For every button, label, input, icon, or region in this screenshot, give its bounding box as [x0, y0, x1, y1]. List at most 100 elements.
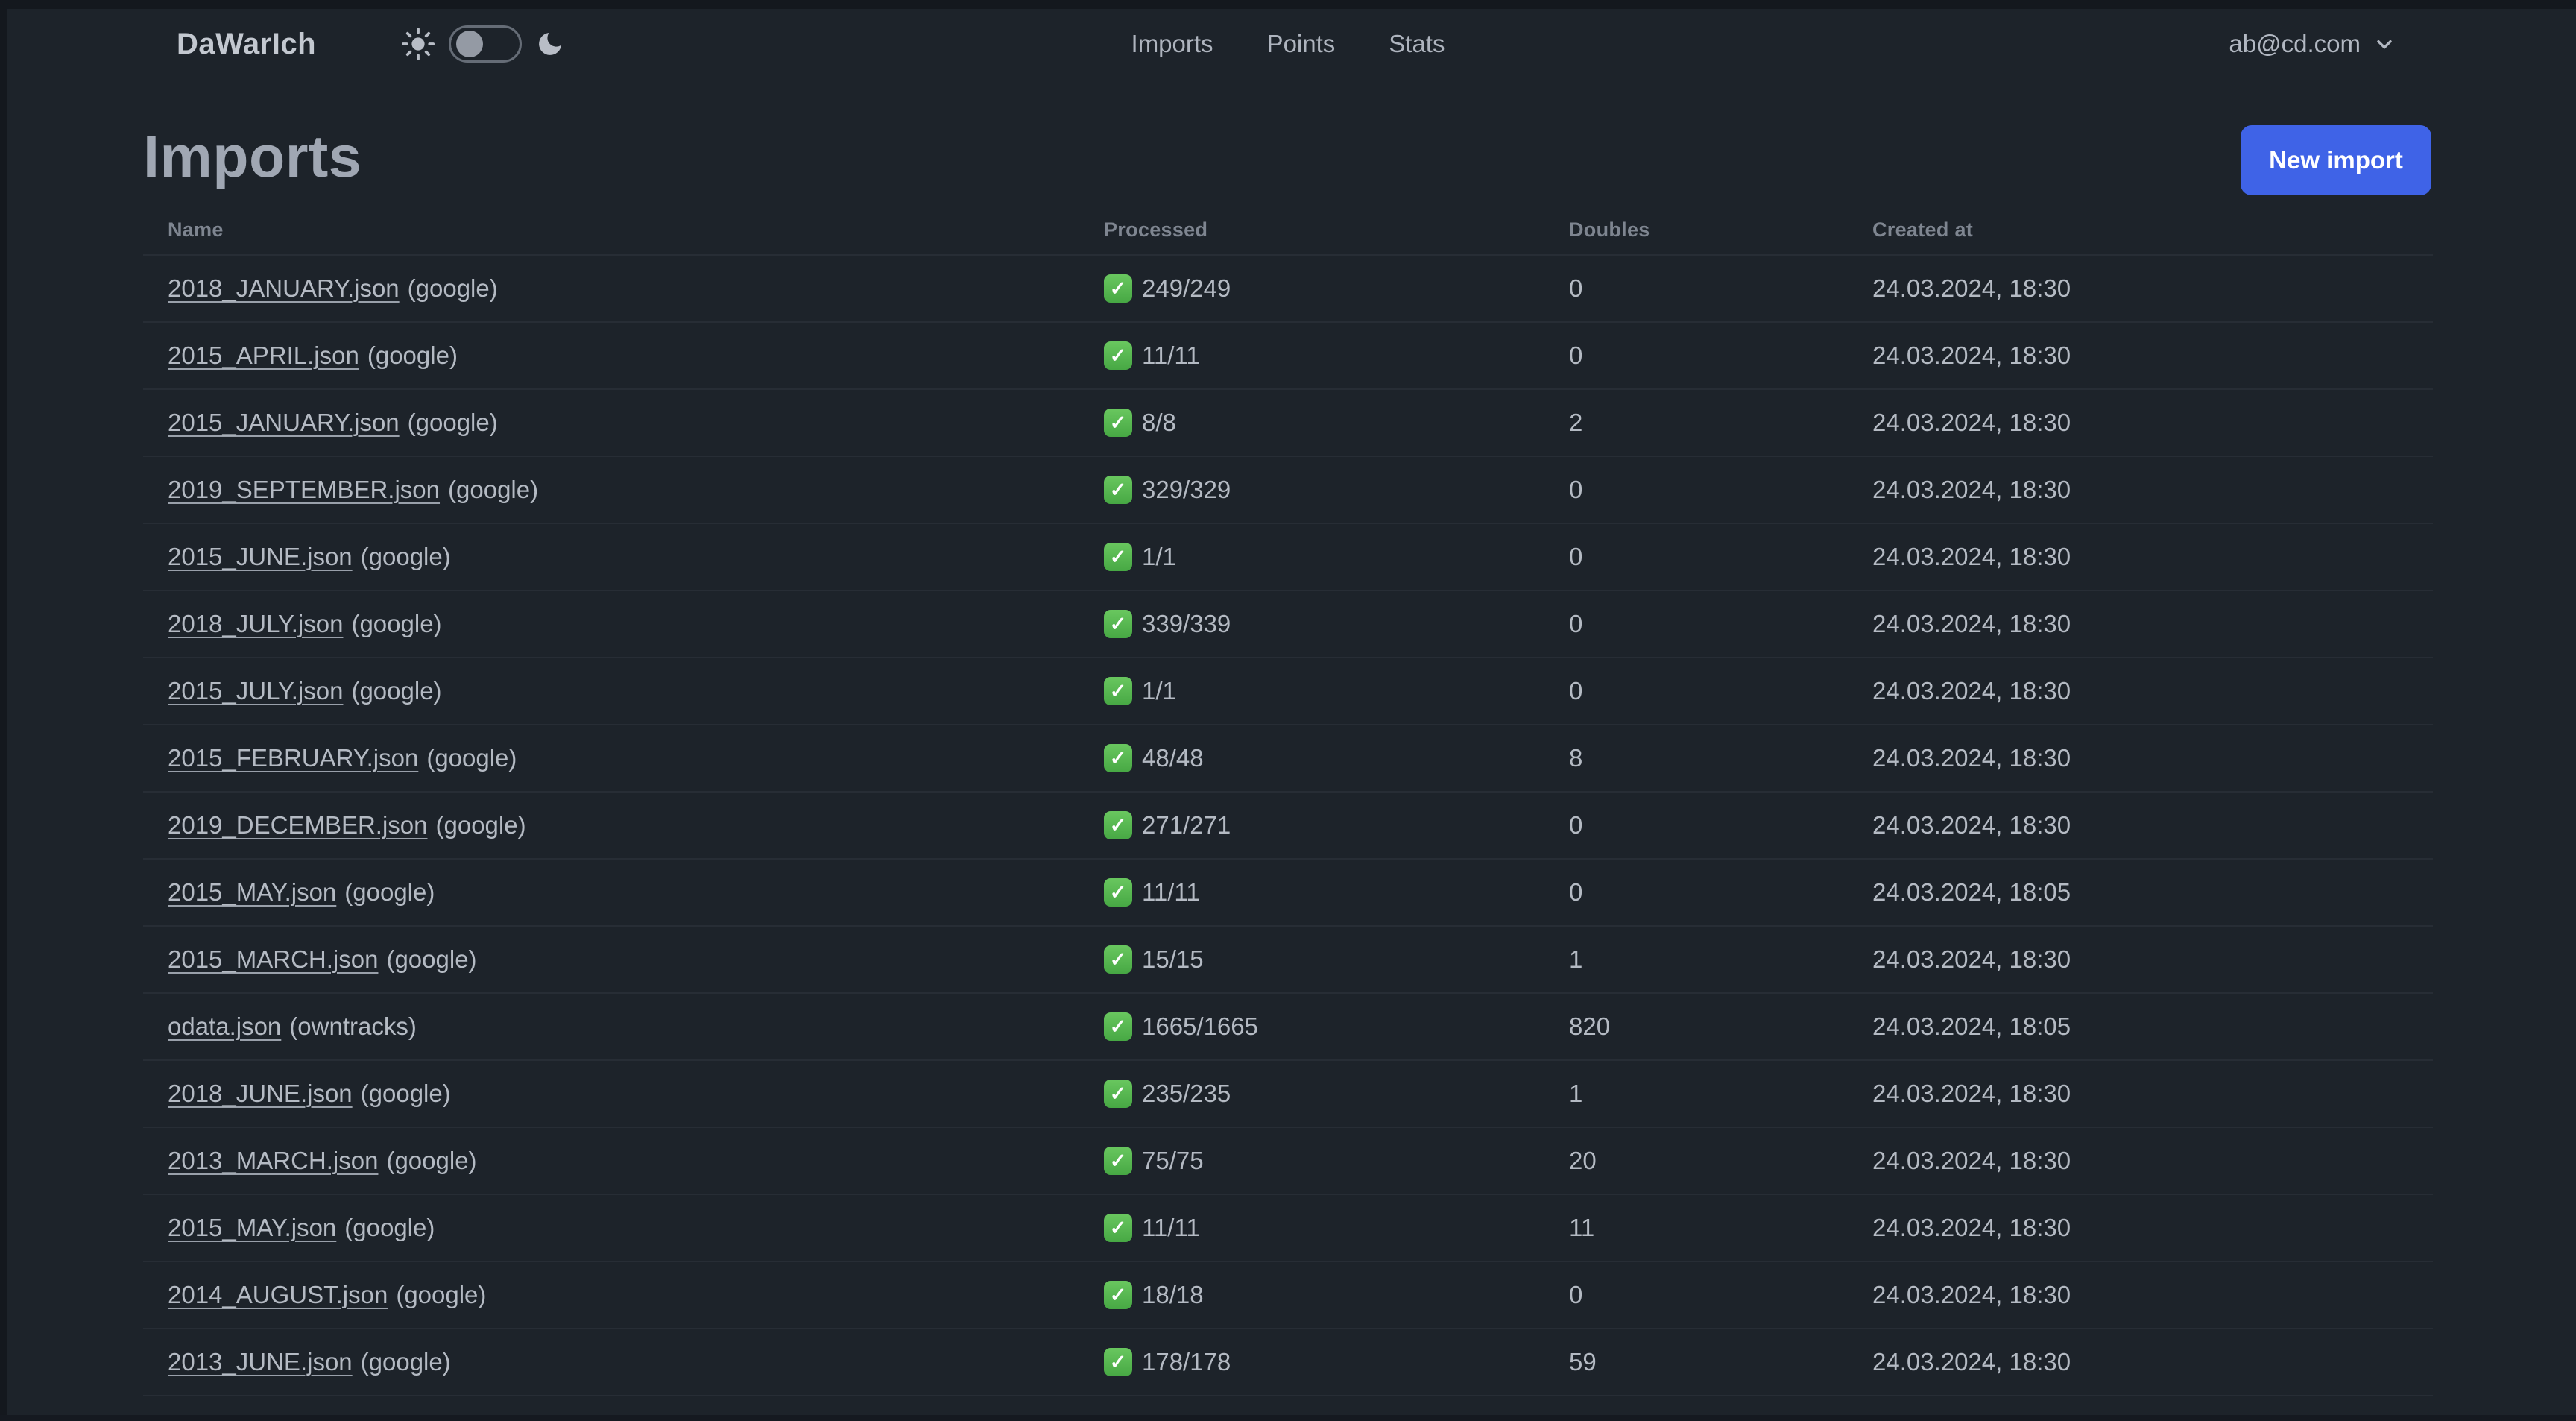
processed-count: 339/339	[1142, 610, 1231, 637]
status-check-icon: ✓	[1104, 878, 1132, 907]
import-file-link[interactable]: odata.json	[168, 1012, 281, 1040]
doubles-count: 0	[1569, 878, 1583, 906]
import-file-link[interactable]: 2015_JUNE.json	[168, 543, 353, 570]
import-source: (google)	[344, 1214, 435, 1241]
created-at: 24.03.2024, 18:30	[1872, 945, 2071, 973]
import-file-link[interactable]: 2019_DECEMBER.json	[168, 811, 428, 839]
table-row: 2015_JANUARY.json (google) ✓ 8/8 2 24.03.…	[143, 390, 2433, 457]
created-at: 24.03.2024, 18:05	[1872, 1012, 2071, 1040]
import-file-link[interactable]: 2014_AUGUST.json	[168, 1281, 388, 1308]
window-edge-top	[0, 0, 2576, 9]
navbar: DaWarIch Imports Points Stats ab@cd.com	[0, 0, 2576, 88]
new-import-button[interactable]: New import	[2241, 125, 2431, 195]
theme-switch[interactable]	[449, 25, 522, 63]
import-file-link[interactable]: 2015_FEBRUARY.json	[168, 744, 418, 772]
doubles-count: 0	[1569, 677, 1583, 705]
processed-count: 15/15	[1142, 945, 1204, 973]
import-source: (google)	[435, 811, 526, 839]
imports-table: Name Processed Doubles Created at 2018_J…	[143, 205, 2433, 1421]
created-at: 24.03.2024, 18:30	[1872, 610, 2071, 637]
status-check-icon: ✓	[1104, 1080, 1132, 1108]
window-edge-bottom	[0, 1415, 2576, 1421]
table-row: 2013_JUNE.json (google) ✓ 178/178 59 24.0…	[143, 1329, 2433, 1396]
theme-toggle[interactable]	[401, 0, 565, 88]
status-check-icon: ✓	[1104, 1348, 1132, 1376]
status-check-icon: ✓	[1104, 1012, 1132, 1041]
doubles-count: 0	[1569, 811, 1583, 839]
doubles-count: 2	[1569, 409, 1583, 436]
doubles-count: 0	[1569, 274, 1583, 302]
status-check-icon: ✓	[1104, 1214, 1132, 1242]
doubles-count: 8	[1569, 744, 1583, 772]
import-file-link[interactable]: 2015_MAY.json	[168, 878, 336, 906]
nav-link-imports[interactable]: Imports	[1131, 30, 1213, 58]
doubles-count: 0	[1569, 476, 1583, 503]
import-file-link[interactable]: 2018_JULY.json	[168, 610, 343, 637]
processed-count: 271/271	[1142, 811, 1231, 839]
table-row: 2019_DECEMBER.json (google) ✓ 271/271 0 2…	[143, 793, 2433, 860]
status-check-icon: ✓	[1104, 409, 1132, 437]
import-file-link[interactable]: 2013_JUNE.json	[168, 1348, 353, 1376]
main-content: Imports New import Name Processed Double…	[0, 88, 2576, 1421]
status-check-icon: ✓	[1104, 945, 1132, 974]
created-at: 24.03.2024, 18:30	[1872, 1281, 2071, 1308]
import-file-link[interactable]: 2019_SEPTEMBER.json	[168, 476, 440, 503]
theme-switch-knob	[456, 31, 483, 57]
import-file-link[interactable]: 2013_MARCH.json	[168, 1147, 378, 1174]
sun-icon	[401, 27, 435, 61]
created-at: 24.03.2024, 18:30	[1872, 1147, 2071, 1174]
table-row: 2015_MAY.json (google) ✓ 11/11 0 24.03.20…	[143, 860, 2433, 927]
import-file-link[interactable]: 2015_JANUARY.json	[168, 409, 400, 436]
import-file-link[interactable]: 2018_JUNE.json	[168, 1080, 353, 1107]
import-source: (google)	[448, 476, 539, 503]
column-header-processed: Processed	[1104, 218, 1208, 241]
import-source: (google)	[367, 341, 458, 369]
table-row: 2018_JUNE.json (google) ✓ 235/235 1 24.03…	[143, 1061, 2433, 1128]
column-header-created-at: Created at	[1872, 218, 1974, 241]
doubles-count: 20	[1569, 1147, 1597, 1174]
created-at: 24.03.2024, 18:30	[1872, 1348, 2071, 1376]
status-check-icon: ✓	[1104, 341, 1132, 370]
status-check-icon: ✓	[1104, 744, 1132, 772]
processed-count: 11/11	[1142, 1214, 1200, 1241]
import-file-link[interactable]: 2018_JANUARY.json	[168, 274, 400, 302]
doubles-count: 820	[1569, 1012, 1611, 1040]
processed-count: 18/18	[1142, 1281, 1204, 1308]
created-at: 24.03.2024, 18:30	[1872, 409, 2071, 436]
created-at: 24.03.2024, 18:30	[1872, 744, 2071, 772]
column-header-name: Name	[168, 218, 224, 241]
import-file-link[interactable]: 2015_JULY.json	[168, 677, 343, 705]
import-source: (google)	[396, 1281, 487, 1308]
created-at: 24.03.2024, 18:30	[1872, 677, 2071, 705]
import-source: (owntracks)	[289, 1012, 417, 1040]
processed-count: 235/235	[1142, 1080, 1231, 1107]
doubles-count: 11	[1569, 1214, 1595, 1241]
table-row: 2018_JULY.json (google) ✓ 339/339 0 24.03…	[143, 591, 2433, 658]
created-at: 24.03.2024, 18:05	[1872, 878, 2071, 906]
table-row: 2014_AUGUST.json (google) ✓ 18/18 0 24.03…	[143, 1262, 2433, 1329]
processed-count: 11/11	[1142, 341, 1200, 369]
import-source: (google)	[407, 274, 498, 302]
user-menu[interactable]: ab@cd.com	[2229, 0, 2396, 88]
import-file-link[interactable]: 2015_APRIL.json	[168, 341, 359, 369]
table-row: 2015_MAY.json (google) ✓ 11/11 11 24.03.2…	[143, 1195, 2433, 1262]
status-check-icon: ✓	[1104, 274, 1132, 303]
table-row: 2015_APRIL.json (google) ✓ 11/11 0 24.03.…	[143, 323, 2433, 390]
chevron-down-icon	[2373, 32, 2396, 56]
nav-link-stats[interactable]: Stats	[1389, 30, 1445, 58]
brand[interactable]: DaWarIch	[177, 0, 316, 88]
created-at: 24.03.2024, 18:30	[1872, 543, 2071, 570]
doubles-count: 59	[1569, 1348, 1597, 1376]
import-source: (google)	[351, 677, 442, 705]
processed-count: 178/178	[1142, 1348, 1231, 1376]
import-file-link[interactable]: 2015_MAY.json	[168, 1214, 336, 1241]
processed-count: 1665/1665	[1142, 1012, 1258, 1040]
nav-link-points[interactable]: Points	[1267, 30, 1336, 58]
import-file-link[interactable]: 2015_MARCH.json	[168, 945, 378, 973]
user-email: ab@cd.com	[2229, 30, 2361, 57]
table-header-row: Name Processed Doubles Created at	[143, 205, 2433, 256]
import-source: (google)	[360, 543, 451, 570]
table-body: 2018_JANUARY.json (google) ✓ 249/249 0 24…	[143, 256, 2433, 1421]
moon-icon	[535, 29, 565, 59]
column-header-doubles: Doubles	[1569, 218, 1650, 241]
